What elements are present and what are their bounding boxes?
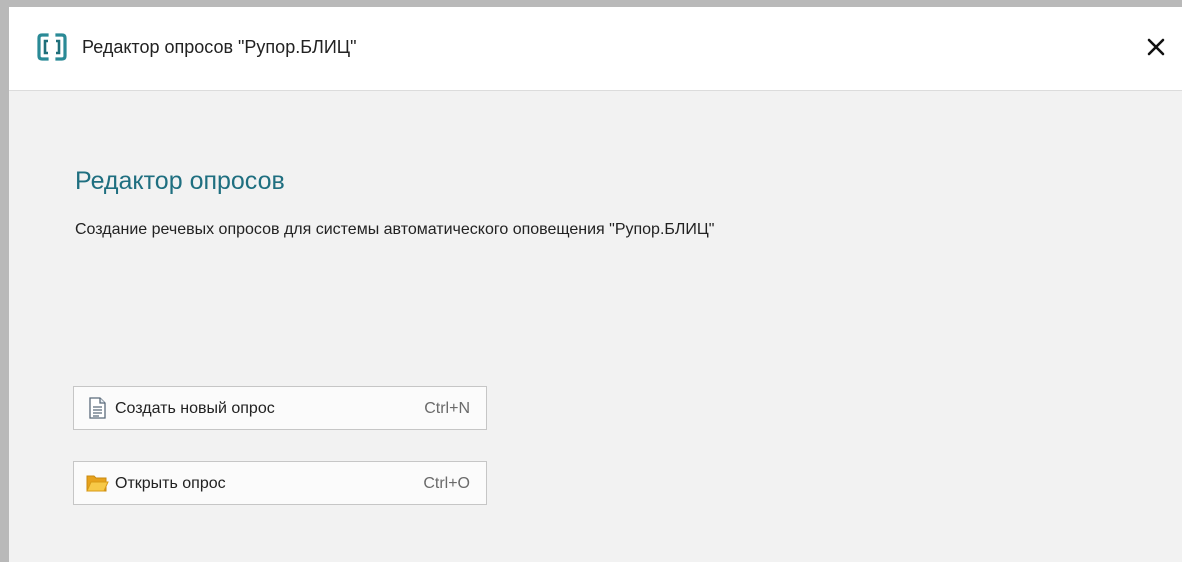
page-title: Редактор опросов [75, 167, 285, 195]
open-survey-label: Открыть опрос [115, 475, 226, 492]
close-icon[interactable] [1144, 35, 1168, 59]
main-content: Редактор опросов Создание речевых опросо… [9, 91, 1182, 562]
app-window: Редактор опросов "Рупор.БЛИЦ" Редактор о… [0, 0, 1182, 562]
title-bar: Редактор опросов "Рупор.БЛИЦ" [9, 7, 1182, 91]
open-survey-button[interactable]: Открыть опрос Ctrl+O [73, 461, 487, 505]
bracket-logo-icon [37, 32, 67, 62]
create-new-survey-shortcut: Ctrl+N [424, 400, 470, 417]
create-new-survey-button[interactable]: Создать новый опрос Ctrl+N [73, 386, 487, 430]
window-title: Редактор опросов "Рупор.БЛИЦ" [82, 37, 357, 57]
open-survey-shortcut: Ctrl+O [423, 475, 470, 492]
open-folder-icon [85, 471, 109, 495]
create-new-survey-label: Создать новый опрос [115, 400, 275, 417]
page-description: Создание речевых опросов для системы авт… [75, 221, 715, 238]
new-document-icon [85, 396, 109, 420]
